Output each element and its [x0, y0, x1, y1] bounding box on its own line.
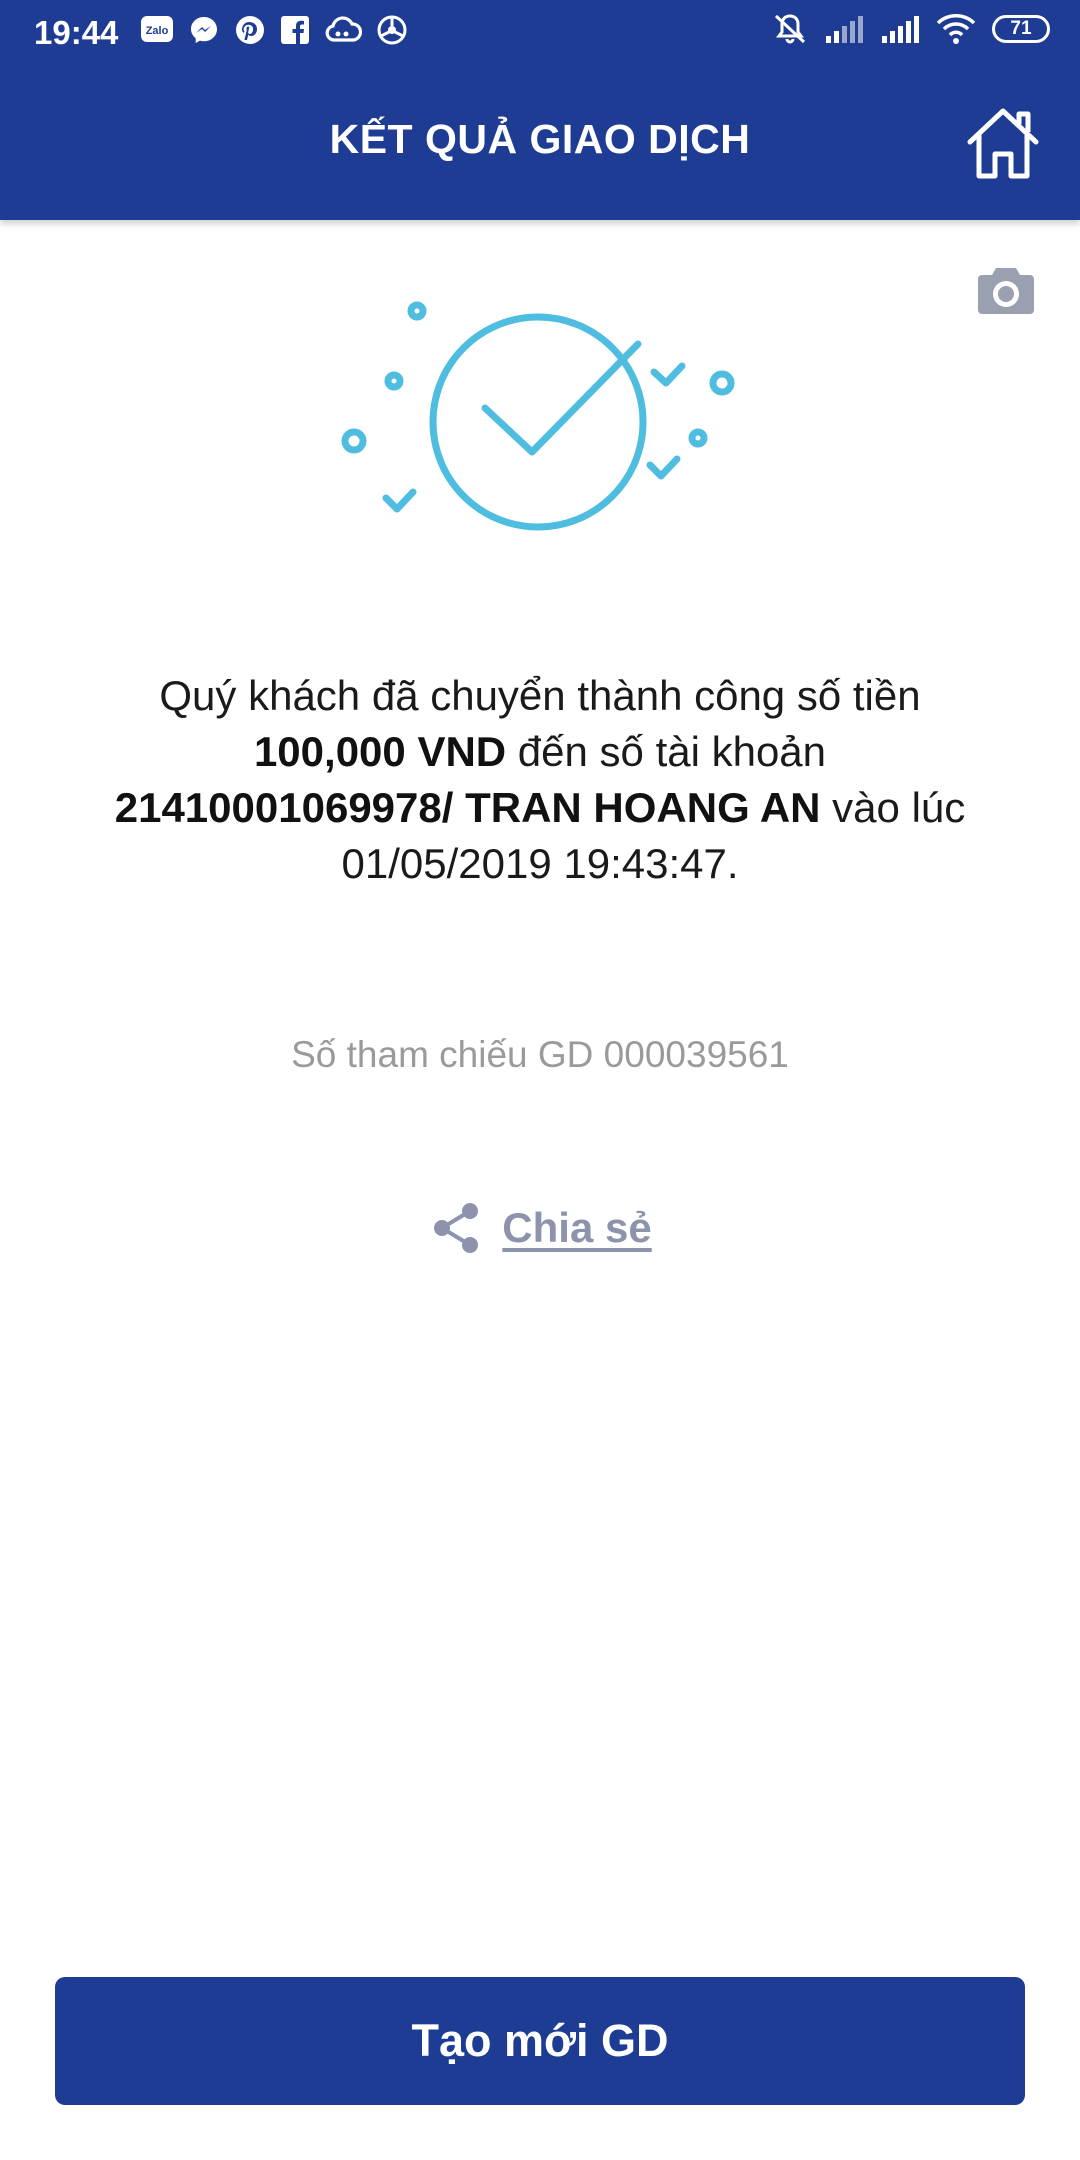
system-icons: 71: [772, 12, 1050, 46]
share-label[interactable]: Chia sẻ: [502, 1204, 651, 1252]
share-link[interactable]: Chia sẻ: [0, 1200, 1080, 1256]
status-time: 19:44: [34, 14, 119, 51]
svg-text:Zalo: Zalo: [146, 25, 169, 37]
signal-icon: [880, 14, 920, 44]
camera-icon: [978, 268, 1034, 314]
pinterest-icon: [234, 14, 266, 46]
page-title: KẾT QUẢ GIAO DỊCH: [329, 116, 751, 162]
browser-icon: [376, 14, 408, 46]
camera-button[interactable]: [976, 262, 1036, 318]
message-text: đến số tài khoản: [506, 728, 827, 775]
app-bar: KẾT QUẢ GIAO DỊCH: [0, 66, 1080, 220]
mute-icon: [772, 12, 808, 46]
home-button[interactable]: [962, 102, 1044, 184]
signal-icon: [824, 14, 864, 44]
facebook-icon: [280, 15, 310, 45]
notification-icons: Zalo: [140, 14, 408, 46]
success-check-icon: [341, 301, 735, 531]
status-bar: 19:44 Zalo 71: [0, 0, 1080, 66]
wifi-icon: [936, 13, 976, 45]
messenger-icon: [188, 14, 220, 46]
transfer-amount: 100,000 VND: [253, 728, 507, 775]
message-text: Quý khách đã chuyển thành công số tiền: [159, 672, 921, 719]
share-icon: [434, 1203, 479, 1253]
cloud-icon: [324, 15, 362, 45]
beneficiary-account: 21410001069978/ TRAN HOANG AN: [114, 784, 821, 831]
home-icon: [967, 108, 1039, 179]
zalo-icon: Zalo: [140, 14, 174, 46]
transaction-reference: Số tham chiếu GD 000039561: [291, 1034, 789, 1075]
result-message: Quý khách đã chuyển thành công số tiền 1…: [80, 668, 1000, 892]
battery-icon: 71: [992, 15, 1050, 43]
new-transaction-button[interactable]: Tạo mới GD: [55, 1977, 1025, 2105]
success-illustration: [330, 290, 750, 550]
